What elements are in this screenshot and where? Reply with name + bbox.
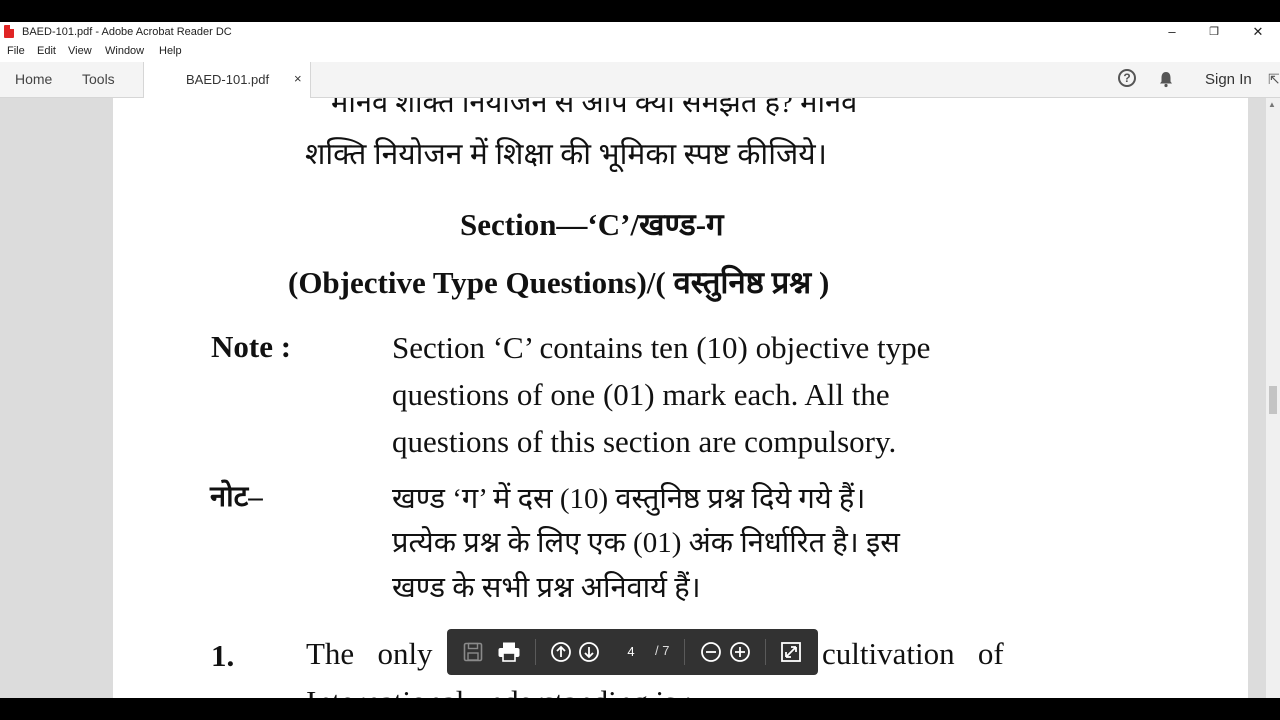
hindi-note-label: नोट–: [210, 481, 263, 513]
hindi-note-line: प्रत्येक प्रश्न के लिए एक (01) अंक निर्ध…: [392, 527, 900, 559]
next-page-icon[interactable]: [578, 641, 600, 663]
help-icon[interactable]: ?: [1118, 69, 1136, 87]
document-tab-close-icon[interactable]: ×: [294, 71, 302, 86]
fit-page-icon[interactable]: [780, 641, 802, 663]
vertical-scrollbar[interactable]: ▲: [1266, 98, 1280, 698]
question-text-end: cultivation of: [822, 636, 1004, 671]
note-line: Section ‘C’ contains ten (10) objective …: [392, 330, 931, 365]
close-window-button[interactable]: ✕: [1238, 22, 1278, 42]
document-view[interactable]: मानव शक्ति नियोजन से आप क्या समझते हैं? …: [0, 98, 1266, 698]
note-line: questions of this section are compulsory…: [392, 424, 897, 459]
page-total-label: / 7: [655, 643, 670, 658]
main-toolbar: Home Tools BAED-101.pdf × ? Sign In ⇱: [0, 62, 1280, 98]
hindi-note-line: खण्ड ‘ग’ में दस (10) वस्तुनिष्ठ प्रश्न द…: [392, 483, 866, 515]
scroll-up-arrow-icon[interactable]: ▲: [1268, 100, 1276, 109]
toolbar-overflow-icon[interactable]: ⇱: [1268, 71, 1280, 88]
sign-in-button[interactable]: Sign In: [1205, 71, 1252, 88]
notification-bell-icon[interactable]: [1157, 70, 1175, 88]
scrollbar-thumb[interactable]: [1269, 386, 1277, 414]
menu-window[interactable]: Window: [105, 45, 144, 57]
tab-home[interactable]: Home: [15, 62, 52, 97]
pdf-file-icon: [4, 25, 14, 38]
document-tab-label: BAED-101.pdf: [186, 72, 270, 87]
question-text-start: The only: [306, 636, 433, 671]
text-line-partial: मानव शक्ति नियोजन से आप क्या समझते हैं? …: [331, 98, 858, 119]
restore-button[interactable]: ❐: [1194, 22, 1234, 42]
note-label: Note :: [211, 329, 292, 364]
menu-edit[interactable]: Edit: [37, 45, 56, 57]
note-line: questions of one (01) mark each. All the: [392, 377, 890, 412]
window-title: BAED-101.pdf - Adobe Acrobat Reader DC: [22, 26, 232, 38]
previous-page-icon[interactable]: [550, 641, 572, 663]
menu-view[interactable]: View: [68, 45, 92, 57]
toolbar-separator: [535, 639, 536, 665]
toolbar-separator: [684, 639, 685, 665]
zoom-in-icon[interactable]: [729, 641, 751, 663]
title-bar: BAED-101.pdf - Adobe Acrobat Reader DC –…: [0, 22, 1280, 42]
save-icon[interactable]: [462, 641, 484, 663]
menu-help[interactable]: Help: [159, 45, 182, 57]
zoom-out-icon[interactable]: [700, 641, 722, 663]
question-number: 1.: [211, 638, 235, 673]
page-number-input[interactable]: 4: [618, 640, 644, 664]
minimize-button[interactable]: –: [1152, 22, 1192, 42]
tab-document[interactable]: BAED-101.pdf ×: [143, 62, 311, 98]
tab-tools[interactable]: Tools: [82, 62, 115, 97]
pdf-page: मानव शक्ति नियोजन से आप क्या समझते हैं? …: [113, 98, 1248, 698]
menu-bar: File Edit View Window Help: [0, 42, 1280, 62]
print-icon[interactable]: [497, 641, 521, 663]
text-line: शक्ति नियोजन में शिक्षा की भूमिका स्पष्ट…: [305, 138, 827, 171]
menu-file[interactable]: File: [7, 45, 25, 57]
acrobat-window: BAED-101.pdf - Adobe Acrobat Reader DC –…: [0, 22, 1280, 698]
question-text-partial: International understanding is :: [306, 684, 693, 698]
section-heading: Section—‘C’/खण्ड-ग: [460, 207, 724, 242]
toolbar-separator: [765, 639, 766, 665]
hindi-note-line: खण्ड के सभी प्रश्न अनिवार्य हैं।: [392, 572, 701, 604]
section-subheading: (Objective Type Questions)/( वस्तुनिष्ठ …: [288, 265, 830, 300]
